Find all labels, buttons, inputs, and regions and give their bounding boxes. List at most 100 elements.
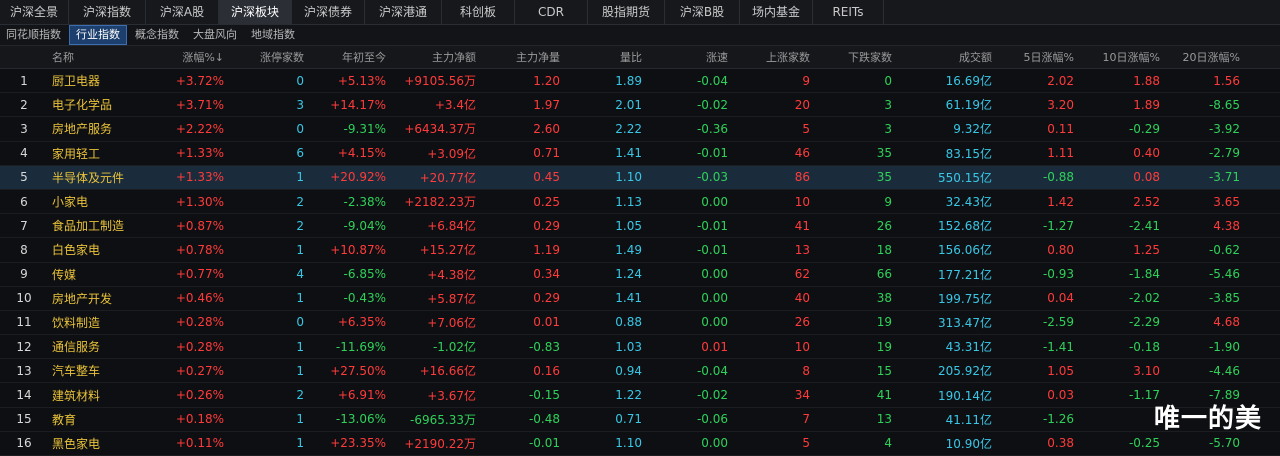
cell-netvol: 0.71 bbox=[533, 146, 560, 161]
column-header-11[interactable]: 成交额 bbox=[900, 49, 1000, 65]
cell-vr: 1.10 bbox=[615, 436, 642, 451]
cell-lim: 1 bbox=[296, 412, 304, 427]
cell-net: -1.02亿 bbox=[432, 340, 476, 355]
cell-lim: 1 bbox=[296, 170, 304, 185]
cell-amt: 83.15亿 bbox=[945, 146, 992, 161]
cell-d10: 2.52 bbox=[1133, 194, 1160, 209]
cell-lim: 4 bbox=[296, 267, 304, 282]
column-header-5[interactable]: 主力净额 bbox=[394, 49, 484, 65]
column-header-4[interactable]: 年初至今 bbox=[312, 49, 394, 65]
cell-spd: -0.01 bbox=[696, 242, 728, 257]
table-row[interactable]: 1 厨卫电器 +3.72% 0 +5.13% +9105.56万 1.20 1.89 -0.04… bbox=[0, 69, 1280, 94]
cell-netvol: 1.97 bbox=[533, 97, 560, 112]
table-row[interactable]: 7 食品加工制造 +0.87% 2 -9.04% +6.84亿 0.29 1.05 -0.01 4… bbox=[0, 214, 1280, 239]
tab-top-11[interactable]: REITs bbox=[813, 0, 884, 24]
cell-d10: -0.18 bbox=[1128, 339, 1160, 354]
tab-sub-0[interactable]: 同花顺指数 bbox=[0, 26, 67, 44]
cell-netvol: -0.01 bbox=[528, 436, 560, 451]
table-row[interactable]: 2 电子化学品 +3.71% 3 +14.17% +3.4亿 1.97 2.01 -0.02 20… bbox=[0, 93, 1280, 118]
cell-up: 26 bbox=[794, 315, 810, 330]
cell-vr: 1.89 bbox=[615, 73, 642, 88]
cell-netvol: -0.48 bbox=[528, 412, 560, 427]
tab-top-0[interactable]: 沪深全景 bbox=[0, 0, 69, 24]
column-header-6[interactable]: 主力净量 bbox=[484, 49, 568, 65]
tab-top-1[interactable]: 沪深指数 bbox=[69, 0, 146, 24]
tab-top-2[interactable]: 沪深A股 bbox=[146, 0, 219, 24]
cell-vr: 1.05 bbox=[615, 218, 642, 233]
column-header-3[interactable]: 涨停家数 bbox=[232, 49, 312, 65]
tab-top-4[interactable]: 沪深债券 bbox=[292, 0, 365, 24]
cell-lim: 3 bbox=[296, 97, 304, 112]
column-header-13[interactable]: 10日涨幅% bbox=[1082, 49, 1168, 65]
cell-d5: 0.11 bbox=[1047, 121, 1074, 136]
cell-amt: 43.31亿 bbox=[945, 340, 992, 355]
cell-d5: 0.38 bbox=[1047, 436, 1074, 451]
cell-name: 房地产服务 bbox=[52, 122, 113, 137]
cell-ytd: +20.92% bbox=[330, 170, 386, 185]
column-header-8[interactable]: 涨速 bbox=[650, 49, 736, 65]
cell-down: 3 bbox=[884, 97, 892, 112]
tab-sub-3[interactable]: 大盘风向 bbox=[187, 26, 243, 44]
cell-name: 教育 bbox=[52, 412, 77, 427]
tab-top-3[interactable]: 沪深板块 bbox=[219, 0, 292, 24]
cell-d5: -1.41 bbox=[1042, 339, 1074, 354]
column-header-2[interactable]: 涨幅%↓ bbox=[152, 49, 232, 65]
table-row[interactable]: 12 通信服务 +0.28% 1 -11.69% -1.02亿 -0.83 1.03 0.01 1… bbox=[0, 335, 1280, 360]
cell-up: 8 bbox=[802, 363, 810, 378]
table-row[interactable]: 8 白色家电 +0.78% 1 +10.87% +15.27亿 1.19 1.49 -0.01 1… bbox=[0, 238, 1280, 263]
cell-ytd: +10.87% bbox=[330, 242, 386, 257]
table-row[interactable]: 15 教育 +0.18% 1 -13.06% -6965.33万 -0.48 0.71 -0.0… bbox=[0, 408, 1280, 432]
tab-sub-2[interactable]: 概念指数 bbox=[129, 26, 185, 44]
cell-d10: 1.88 bbox=[1133, 73, 1160, 88]
table-row[interactable]: 16 黑色家电 +0.11% 1 +23.35% +2190.22万 -0.01 1.10 0.… bbox=[0, 432, 1280, 456]
table-body: 1 厨卫电器 +3.72% 0 +5.13% +9105.56万 1.20 1.89 -0.04… bbox=[0, 69, 1280, 456]
table-row[interactable]: 6 小家电 +1.30% 2 -2.38% +2182.23万 0.25 1.13 0.00 10… bbox=[0, 190, 1280, 215]
tab-top-8[interactable]: 股指期货 bbox=[588, 0, 665, 24]
table-row[interactable]: 5 半导体及元件 +1.33% 1 +20.92% +20.77亿 0.45 1.10 -0.0… bbox=[0, 165, 1280, 190]
cell-amt: 16.69亿 bbox=[945, 74, 992, 89]
market-tabs: 沪深全景 沪深指数 沪深A股 沪深板块 沪深债券 沪深港通 科创板 CDR 股指期货 沪深B股 场内… bbox=[0, 0, 1280, 25]
cell-ytd: -13.06% bbox=[335, 412, 386, 427]
column-header-10[interactable]: 下跌家数 bbox=[818, 49, 900, 65]
cell-net: +6434.37万 bbox=[404, 122, 476, 137]
cell-up: 62 bbox=[794, 267, 810, 282]
cell-spd: -0.36 bbox=[696, 121, 728, 136]
cell-d20: -4.46 bbox=[1208, 363, 1240, 378]
cell-ytd: +4.15% bbox=[337, 146, 386, 161]
column-header-7[interactable]: 量比 bbox=[568, 49, 650, 65]
cell-down: 15 bbox=[876, 363, 892, 378]
cell-netvol: 0.29 bbox=[533, 291, 560, 306]
tab-top-5[interactable]: 沪深港通 bbox=[365, 0, 442, 24]
cell-chg: +1.33% bbox=[175, 146, 224, 161]
cell-down: 0 bbox=[884, 73, 892, 88]
tab-top-7[interactable]: CDR bbox=[515, 0, 588, 24]
cell-chg: +3.71% bbox=[175, 97, 224, 112]
cell-idx: 10 bbox=[16, 291, 32, 306]
column-header-1[interactable]: 名称 bbox=[48, 49, 152, 65]
column-header-12[interactable]: 5日涨幅% bbox=[1000, 49, 1082, 65]
cell-spd: -0.06 bbox=[696, 412, 728, 427]
cell-down: 18 bbox=[876, 242, 892, 257]
column-header-9[interactable]: 上涨家数 bbox=[736, 49, 818, 65]
table-row[interactable]: 13 汽车整车 +0.27% 1 +27.50% +16.66亿 0.16 0.94 -0.04… bbox=[0, 359, 1280, 384]
cell-spd: 0.00 bbox=[701, 315, 728, 330]
cell-d5: 3.20 bbox=[1047, 97, 1074, 112]
table-row[interactable]: 14 建筑材料 +0.26% 2 +6.91% +3.67亿 -0.15 1.22 -0.02 3… bbox=[0, 383, 1280, 408]
cell-ytd: +23.35% bbox=[330, 436, 386, 451]
cell-lim: 1 bbox=[296, 363, 304, 378]
cell-net: +2190.22万 bbox=[404, 436, 476, 451]
tab-top-10[interactable]: 场内基金 bbox=[740, 0, 813, 24]
table-row[interactable]: 3 房地产服务 +2.22% 0 -9.31% +6434.37万 2.60 2.22 -0.3… bbox=[0, 117, 1280, 142]
cell-ytd: -9.04% bbox=[343, 218, 386, 233]
tab-sub-1[interactable]: 行业指数 bbox=[69, 25, 127, 45]
tab-top-6[interactable]: 科创板 bbox=[442, 0, 515, 24]
table-row[interactable]: 4 家用轻工 +1.33% 6 +4.15% +3.09亿 0.71 1.41 -0.01 46 3… bbox=[0, 142, 1280, 166]
cell-name: 家用轻工 bbox=[52, 146, 101, 161]
tab-top-9[interactable]: 沪深B股 bbox=[665, 0, 740, 24]
table-row[interactable]: 11 饮料制造 +0.28% 0 +6.35% +7.06亿 0.01 0.88 0.00 26 1… bbox=[0, 311, 1280, 336]
column-header-14[interactable]: 20日涨幅% bbox=[1168, 49, 1248, 65]
table-row[interactable]: 9 传媒 +0.77% 4 -6.85% +4.38亿 0.34 1.24 0.00 62 66 17… bbox=[0, 263, 1280, 287]
tab-sub-4[interactable]: 地域指数 bbox=[245, 26, 301, 44]
table-row[interactable]: 10 房地产开发 +0.46% 1 -0.43% +5.87亿 0.29 1.41 0.00 40… bbox=[0, 287, 1280, 311]
cell-netvol: -0.15 bbox=[528, 388, 560, 403]
